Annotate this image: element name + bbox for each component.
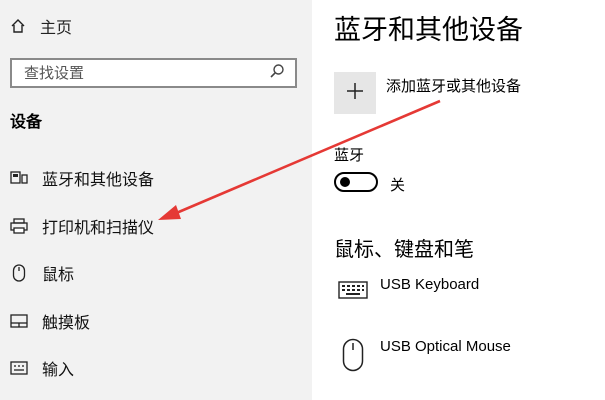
search-input[interactable]	[24, 64, 244, 82]
sidebar-item-label: 触摸板	[42, 313, 91, 332]
sidebar-item-mouse[interactable]: 鼠标	[10, 261, 74, 285]
touchpad-icon	[10, 312, 28, 330]
sidebar-item-label: 蓝牙和其他设备	[42, 170, 155, 189]
toggle-knob	[340, 177, 350, 187]
sidebar-item-touchpad[interactable]: 触摸板	[10, 309, 90, 333]
sidebar-section-title: 设备	[10, 112, 43, 131]
add-device-button[interactable]	[334, 72, 376, 114]
printer-icon	[10, 217, 28, 235]
page-title: 蓝牙和其他设备	[334, 15, 523, 46]
settings-content: 蓝牙和其他设备 添加蓝牙或其他设备 蓝牙 关 鼠标、键盘和笔 USB Keybo…	[312, 0, 605, 400]
bluetooth-label: 蓝牙	[334, 146, 365, 164]
mouse-icon	[10, 264, 28, 282]
nav-home[interactable]: 主页	[10, 14, 72, 38]
sidebar-item-printers[interactable]: 打印机和扫描仪	[10, 214, 154, 238]
nav-home-label: 主页	[40, 18, 73, 37]
sidebar-item-label: 鼠标	[42, 265, 75, 284]
device-usb-optical-mouse[interactable]: USB Optical Mouse	[338, 338, 511, 376]
add-device-label[interactable]: 添加蓝牙或其他设备	[386, 75, 521, 96]
bluetooth-devices-icon	[10, 169, 28, 187]
search-icon[interactable]	[269, 63, 285, 83]
sidebar-item-label: 打印机和扫描仪	[42, 218, 155, 237]
keyboard-input-icon	[10, 359, 28, 377]
device-usb-keyboard[interactable]: USB Keyboard	[338, 276, 479, 304]
sidebar-item-label: 输入	[42, 360, 75, 379]
plus-icon	[345, 81, 365, 105]
device-name: USB Keyboard	[380, 276, 480, 293]
device-name: USB Optical Mouse	[380, 338, 511, 355]
bluetooth-state-label: 关	[390, 176, 406, 194]
bluetooth-toggle[interactable]	[334, 172, 378, 192]
settings-sidebar: 主页 设备 蓝牙和其他设备 打印机和扫描仪 鼠标 触摸板	[0, 0, 312, 400]
search-box[interactable]	[10, 58, 297, 88]
mouse-icon	[342, 338, 364, 376]
section-title-mouse-keyboard: 鼠标、键盘和笔	[334, 237, 474, 261]
home-icon	[10, 18, 26, 34]
sidebar-item-input[interactable]: 输入	[10, 356, 74, 380]
keyboard-icon	[338, 280, 368, 304]
sidebar-item-bluetooth[interactable]: 蓝牙和其他设备	[10, 166, 154, 190]
